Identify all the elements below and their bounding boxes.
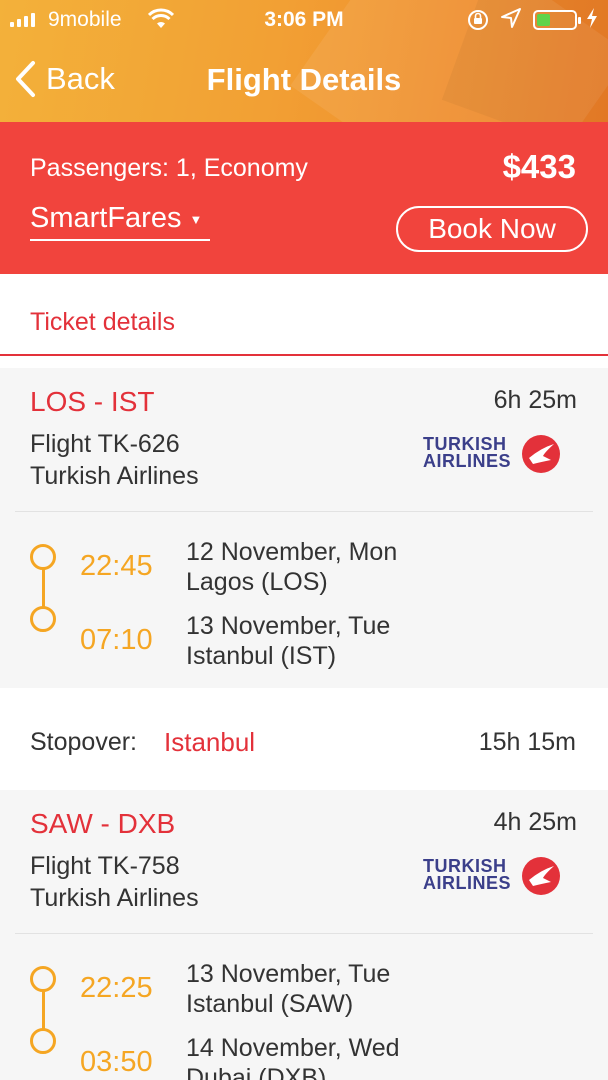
tab-label: Ticket details xyxy=(30,308,175,336)
departure-time: 22:45 xyxy=(80,550,153,582)
arrival-place: Dubai (DXB) xyxy=(186,1064,327,1080)
timeline-icon xyxy=(30,544,56,632)
book-now-button[interactable]: Book Now xyxy=(396,206,588,252)
turkish-airlines-logo: TURKISH AIRLINES xyxy=(423,434,563,474)
stopover-city: Istanbul xyxy=(164,727,256,757)
booking-bar: Passengers: 1, Economy $433 SmartFares ▼ … xyxy=(0,122,608,274)
segment-route: LOS - IST xyxy=(30,386,155,417)
segment-route: SAW - DXB xyxy=(30,808,176,839)
segment-duration: 6h 25m xyxy=(493,386,577,414)
departure-time: 22:25 xyxy=(80,972,153,1004)
timeline-icon xyxy=(30,966,56,1054)
fare-selector-label: SmartFares xyxy=(30,202,182,234)
status-bar: 9mobile 3:06 PM xyxy=(0,0,608,40)
nav-bar: Back Flight Details xyxy=(0,40,608,122)
arrival-time: 03:50 xyxy=(80,1046,153,1078)
passengers-summary: Passengers: 1, Economy xyxy=(30,154,308,182)
battery-icon xyxy=(533,10,581,30)
charging-bolt-icon xyxy=(586,7,598,34)
stopover-duration: 15h 15m xyxy=(478,728,576,756)
flight-segment: LOS - IST 6h 25m Flight TK-626 Turkish A… xyxy=(0,368,608,688)
departure-date: 13 November, Tue xyxy=(186,960,391,988)
header: 9mobile 3:06 PM Back Flight Details xyxy=(0,0,608,122)
arrival-place: Istanbul (IST) xyxy=(186,642,337,670)
caret-down-icon: ▼ xyxy=(189,211,203,227)
departure-place: Istanbul (SAW) xyxy=(186,990,354,1018)
total-price: $433 xyxy=(502,148,576,185)
airline-name: Turkish Airlines xyxy=(30,884,199,912)
divider xyxy=(15,933,593,934)
rotation-lock-icon xyxy=(466,8,490,38)
page-title: Flight Details xyxy=(206,62,402,97)
stopover-label: Stopover: xyxy=(30,728,138,756)
departure-place: Lagos (LOS) xyxy=(186,568,328,596)
departure-date: 12 November, Mon xyxy=(186,538,398,566)
arrival-time: 07:10 xyxy=(80,624,153,656)
arrival-date: 13 November, Tue xyxy=(186,612,391,640)
segment-duration: 4h 25m xyxy=(493,808,577,836)
flight-number: Flight TK-626 xyxy=(30,430,180,458)
divider xyxy=(15,511,593,512)
airline-name: Turkish Airlines xyxy=(30,462,199,490)
arrival-date: 14 November, Wed xyxy=(186,1034,400,1062)
tab-ticket-details[interactable]: Ticket details xyxy=(0,274,608,356)
location-arrow-icon xyxy=(500,7,522,35)
fare-selector[interactable]: SmartFares ▼ xyxy=(30,202,210,241)
stopover-row: Stopover: Istanbul 15h 15m xyxy=(0,688,608,792)
turkish-airlines-logo: TURKISH AIRLINES xyxy=(423,856,563,896)
flight-segment: SAW - DXB 4h 25m Flight TK-758 Turkish A… xyxy=(0,790,608,1080)
flight-number: Flight TK-758 xyxy=(30,852,180,880)
